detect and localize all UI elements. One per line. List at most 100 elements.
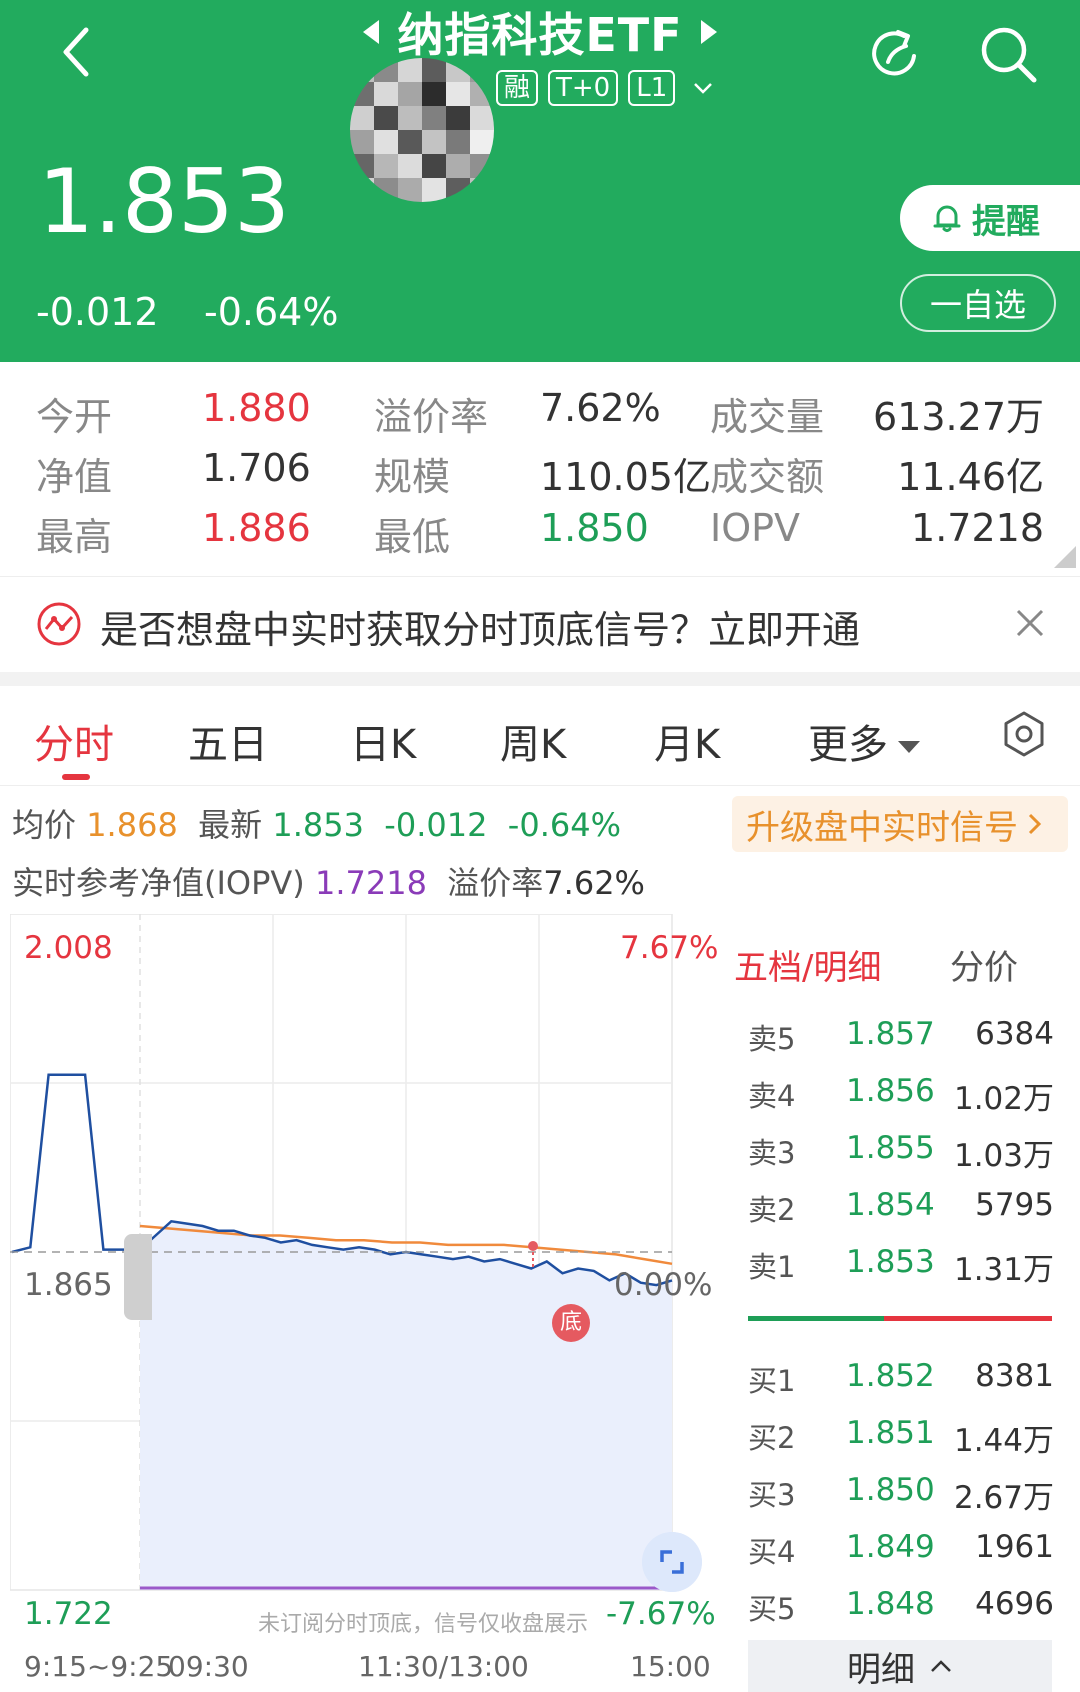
tab-order-book[interactable]: 五档/明细 [734, 940, 881, 989]
stat-volume-value: 613.27万 [873, 395, 1044, 439]
title-row: 纳指科技ETF [330, 0, 750, 64]
bid-volume: 4696 [975, 1586, 1054, 1622]
tab-price-distribution[interactable]: 分价 [950, 940, 1018, 989]
bottom-signal-marker[interactable]: 底 [552, 1304, 590, 1342]
page-title: 纳指科技ETF [397, 8, 683, 62]
add-watchlist-button[interactable]: 一自选 [900, 274, 1056, 332]
stat-iopv-label: IOPV [710, 506, 801, 550]
ask-row: 卖3 1.855 1.03万 [734, 1130, 1054, 1174]
ask-level: 卖5 [748, 1022, 796, 1056]
close-icon[interactable] [1010, 603, 1050, 643]
stat-turnover-label: 成交额 [710, 455, 825, 499]
premium-value: 7.62% [543, 864, 645, 902]
premium-label: 溢价率 [447, 864, 544, 902]
stats-panel: 今开 1.880 溢价率 7.62% 成交量 613.27万 净值 1.706 … [0, 362, 1080, 574]
search-icon[interactable] [976, 22, 1040, 86]
stat-open-label: 今开 [36, 395, 113, 439]
iopv-value: 1.7218 [314, 864, 427, 902]
stat-nav-value: 1.706 [202, 446, 311, 490]
back-icon[interactable] [48, 22, 108, 82]
chevron-right-icon [1028, 813, 1042, 835]
expand-stats-corner[interactable] [1054, 546, 1076, 568]
trade-detail-button[interactable]: 明细 [748, 1640, 1052, 1692]
share-icon[interactable] [864, 22, 928, 86]
latest-change: -0.012 [384, 806, 488, 844]
x-tick-close: 15:00 [630, 1650, 711, 1683]
stat-low-value: 1.850 [540, 506, 649, 550]
tag-l1: L1 [628, 70, 676, 106]
fullscreen-icon[interactable] [642, 1532, 702, 1592]
ask-price: 1.856 [846, 1073, 935, 1109]
price-area-fill [140, 1221, 672, 1590]
next-security-icon[interactable] [700, 20, 717, 44]
ask-price: 1.857 [846, 1016, 935, 1052]
tab-intraday[interactable]: 分时 [34, 712, 114, 770]
tab-weekly-k[interactable]: 周K [500, 712, 566, 770]
stat-iopv-value: 1.7218 [911, 506, 1044, 550]
tab-more-label: 更多 [808, 722, 888, 768]
tab-daily-k[interactable]: 日K [350, 712, 416, 770]
stat-premium-label: 溢价率 [374, 395, 489, 439]
tab-five-day[interactable]: 五日 [188, 712, 268, 770]
tab-more[interactable]: 更多 [808, 712, 920, 770]
quote-header: 纳指科技ETF 融 T+0 L1 1.853 -0.012 -0.64% 提醒 … [0, 0, 1080, 362]
pixelated-overlay [350, 58, 494, 202]
tag-t0: T+0 [548, 70, 619, 106]
ask-volume: 5795 [975, 1187, 1054, 1223]
bid-volume: 8381 [975, 1358, 1054, 1394]
avg-value: 1.868 [86, 806, 178, 844]
ask-level: 卖1 [748, 1250, 796, 1284]
x-tick-midday: 11:30/13:00 [358, 1650, 529, 1683]
stat-high-value: 1.886 [202, 506, 311, 550]
stat-scale-label: 规模 [374, 455, 451, 499]
chart-tabs: 分时 五日 日K 周K 月K 更多 [0, 686, 1080, 786]
upgrade-signal-button[interactable]: 升级盘中实时信号 [732, 796, 1068, 852]
iopv-label: 实时参考净值(IOPV) [12, 864, 305, 902]
collapse-handle[interactable] [124, 1234, 152, 1320]
bid-volume: 1961 [975, 1529, 1054, 1565]
chevron-up-icon [931, 1660, 951, 1672]
ask-level: 卖4 [748, 1079, 796, 1113]
ask-price: 1.853 [846, 1244, 935, 1280]
stat-premium-value: 7.62% [540, 386, 661, 430]
price-alert-button[interactable]: 提醒 [900, 185, 1080, 251]
bid-row: 买2 1.851 1.44万 [734, 1415, 1054, 1459]
tab-monthly-k[interactable]: 月K [654, 712, 720, 770]
section-divider [0, 672, 1080, 686]
ask-volume: 1.02万 [953, 1081, 1054, 1117]
ask-volume: 6384 [975, 1016, 1054, 1052]
avg-label: 均价 [12, 806, 77, 844]
bid-price: 1.851 [846, 1415, 935, 1451]
bid-level: 买3 [748, 1478, 796, 1512]
bid-volume: 2.67万 [953, 1480, 1054, 1516]
bell-icon [933, 205, 961, 232]
pct-label-mid: 0.00% [614, 1267, 713, 1303]
y-label-bottom: 1.722 [24, 1596, 113, 1632]
ask-row: 卖4 1.856 1.02万 [734, 1073, 1054, 1117]
pct-label-top: 7.67% [620, 930, 719, 966]
ask-price: 1.854 [846, 1187, 935, 1223]
stat-high-label: 最高 [36, 515, 113, 559]
tag-margin: 融 [496, 70, 539, 106]
pct-label-bottom: -7.67% [606, 1596, 716, 1632]
signal-dot [528, 1241, 538, 1251]
price-change-pct: -0.64% [204, 290, 339, 334]
bid-volume: 1.44万 [953, 1423, 1054, 1459]
banner-text: 是否想盘中实时获取分时顶底信号？立即开通 [100, 608, 861, 652]
bid-level: 买4 [748, 1535, 796, 1569]
chevron-down-icon[interactable] [693, 78, 713, 98]
stat-nav-label: 净值 [36, 455, 113, 499]
bid-level: 买5 [748, 1592, 796, 1626]
latest-value: 1.853 [272, 806, 364, 844]
bid-level: 买2 [748, 1421, 796, 1455]
prev-security-icon[interactable] [363, 20, 380, 44]
settings-icon[interactable] [1000, 710, 1048, 758]
signal-promo-banner[interactable]: 是否想盘中实时获取分时顶底信号？立即开通 [0, 576, 1080, 672]
ask-volume: 1.03万 [953, 1138, 1054, 1174]
intraday-summary: 均价 1.868 最新 1.853 -0.012 -0.64% [12, 800, 621, 846]
price-alert-label: 提醒 [972, 201, 1040, 242]
ask-level: 卖2 [748, 1193, 796, 1227]
bid-price: 1.850 [846, 1472, 935, 1508]
bid-price: 1.852 [846, 1358, 935, 1394]
bid-row: 买3 1.850 2.67万 [734, 1472, 1054, 1516]
